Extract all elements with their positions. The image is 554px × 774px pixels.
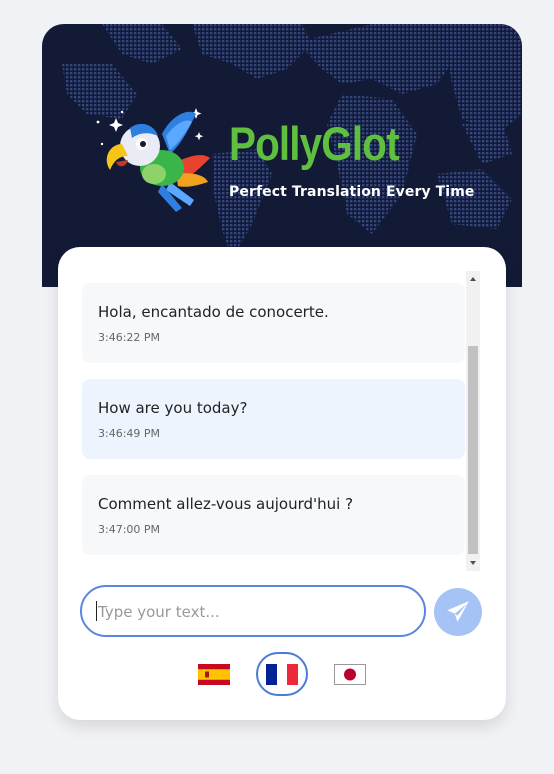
message-scrollbar[interactable]: [466, 271, 480, 571]
message-timestamp: 3:46:49 PM: [98, 427, 161, 440]
message-input-wrapper[interactable]: [80, 585, 426, 637]
message-text: How are you today?: [98, 399, 248, 417]
send-button[interactable]: [434, 588, 482, 636]
spain-flag-icon: [198, 663, 230, 685]
message-timestamp: 3:47:00 PM: [98, 523, 161, 536]
chat-card: Hola, encantado de conocerte. 3:46:22 PM…: [58, 247, 506, 720]
message-input[interactable]: [96, 599, 410, 625]
scroll-down-arrow-icon[interactable]: [470, 561, 476, 565]
text-caret: [96, 601, 97, 621]
language-selector: [58, 652, 506, 698]
france-flag-icon: [266, 663, 298, 685]
language-option-spanish[interactable]: [190, 652, 238, 696]
brand-tagline: Perfect Translation Every Time: [229, 184, 475, 200]
japan-flag-icon: [334, 663, 366, 685]
scrollbar-thumb[interactable]: [468, 346, 478, 554]
message-bubble: Comment allez-vous aujourd'hui ? 3:47:00…: [82, 475, 465, 555]
message-bubble: Hola, encantado de conocerte. 3:46:22 PM: [82, 283, 465, 363]
language-option-japanese[interactable]: [326, 652, 374, 696]
paper-plane-icon: [447, 601, 469, 622]
message-text: Comment allez-vous aujourd'hui ?: [98, 495, 354, 513]
message-text: Hola, encantado de conocerte.: [98, 303, 329, 321]
scroll-up-arrow-icon[interactable]: [470, 277, 476, 281]
language-option-french[interactable]: [256, 652, 308, 696]
message-timestamp: 3:46:22 PM: [98, 331, 161, 344]
brand-title: PollyGlot: [229, 117, 400, 170]
message-bubble: How are you today? 3:46:49 PM: [82, 379, 465, 459]
parrot-logo-icon: [96, 108, 210, 212]
